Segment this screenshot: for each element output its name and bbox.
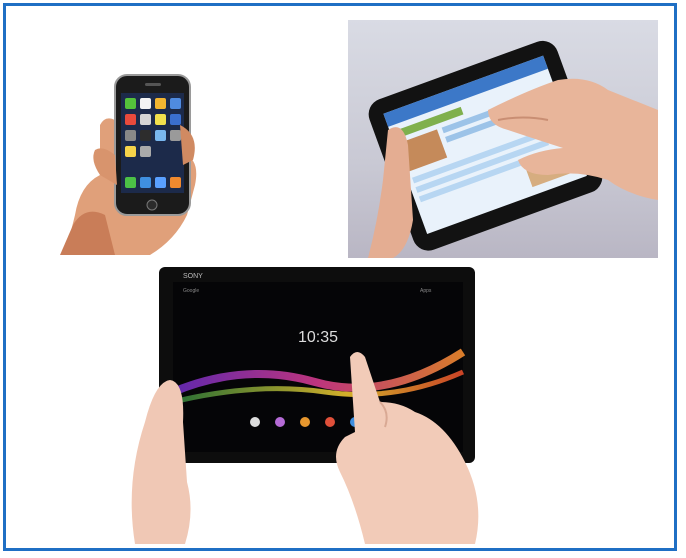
phone-in-hand-photo <box>55 65 215 255</box>
tablet-in-hands-photo <box>348 20 658 258</box>
sony-brand-label: SONY <box>183 273 203 280</box>
tablet-illustration <box>368 40 658 258</box>
phone-illustration <box>60 74 197 255</box>
google-search-label: Google <box>183 288 199 294</box>
sony-tablet-illustration: SONY Google Apps 10:35 <box>131 267 479 544</box>
apps-label: Apps <box>420 288 432 294</box>
clock-label: 10:35 <box>298 329 338 346</box>
sony-tablet-photo: SONY Google Apps 10:35 <box>115 262 525 544</box>
